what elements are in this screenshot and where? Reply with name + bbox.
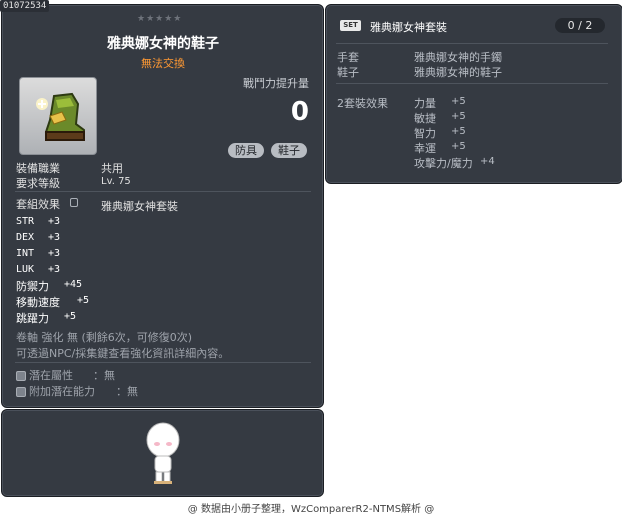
stat-jump-value: +5 [64,311,77,322]
divider-1 [15,191,311,192]
untradeable-label: 無法交換 [141,57,185,70]
potential-row: 潛在屬性 [16,367,73,383]
job-value: 共用 [101,162,123,175]
item-title: 雅典娜女神的鞋子 [107,36,219,52]
item-tooltip-panel: ★★★★★ 雅典娜女神的鞋子 無法交換 戰鬥力提升量 0 防具 鞋子 裝備職業 … [1,4,324,408]
stat-int-name: INT [16,248,35,259]
set-effect-label: 套組效果 [16,198,60,211]
set-bonus-label: 2套裝效果 [337,97,388,110]
scroll-info: 卷軸 強化 無 (剩餘6次，可修復0次) [16,331,193,344]
stat-dex-value: +3 [48,232,61,243]
set-bonus-name-5: 攻擊力/魔力 [414,157,473,170]
job-label: 裝備職業 [16,162,60,175]
potential-value: ：無 [93,369,115,382]
npc-info: 可透過NPC/採集鍵查看強化資訊詳細內容。 [16,347,230,360]
item-icon-frame [19,77,97,155]
stat-int-value: +3 [48,248,61,259]
bonus-potential-label: 附加潛在能力 [29,385,95,398]
set-bonus-value-4: +5 [451,141,466,152]
combat-power-value: 0 [290,97,309,127]
bonus-potential-lock-icon [16,387,26,397]
potential-label: 潛在屬性 [29,369,73,382]
combat-power-label: 戰鬥力提升量 [243,77,309,90]
stat-str-value: +3 [48,216,61,227]
set-item-name-1: 雅典娜女神的手鐲 [414,51,502,64]
stat-defense-value: +45 [64,279,83,290]
tag-shoes: 鞋子 [271,143,307,158]
set-separator-2 [336,83,608,84]
star-rating: ★★★★★ [137,14,183,24]
level-value: Lv. 75 [101,176,131,187]
set-badge-icon: SET [340,20,361,31]
set-bonus-name-4: 幸運 [414,142,436,155]
set-item-name-2: 雅典娜女神的鞋子 [414,66,502,79]
set-separator-1 [336,43,608,44]
stat-dex-name: DEX [16,232,35,243]
set-name: 雅典娜女神套裝 [370,21,447,34]
set-item-slot-1: 手套 [337,51,359,64]
set-bonus-name-2: 敏捷 [414,112,436,125]
divider-2 [15,362,311,363]
set-bonus-name-3: 智力 [414,127,436,140]
tag-armor: 防具 [228,143,264,158]
avatar-icon [146,422,180,484]
lock-icon [70,198,78,207]
stat-luk-value: +3 [48,264,61,275]
bonus-potential-value: ：無 [116,385,138,398]
set-count: 0 / 2 [555,18,605,33]
stat-jump-name: 跳躍力 [16,312,49,325]
stat-speed-value: +5 [77,295,90,306]
boot-icon [36,92,85,141]
bonus-potential-row: 附加潛在能力 [16,383,95,399]
set-bonus-value-5: +4 [480,156,495,167]
set-bonus-name-1: 力量 [414,97,436,110]
level-label: 要求等級 [16,177,60,190]
item-id: 01072534 [0,0,50,12]
stat-speed-name: 移動速度 [16,296,60,309]
avatar-preview-panel [1,409,324,497]
set-effect-value: 雅典娜女神套裝 [101,200,178,213]
potential-lock-icon [16,371,26,381]
set-item-slot-2: 鞋子 [337,66,359,79]
stat-luk-name: LUK [16,264,35,275]
stat-str-name: STR [16,216,35,227]
set-bonus-value-3: +5 [451,126,466,137]
footer-credit: @ 数据由小册子整理，WzComparerR2-NTMS解析 @ [187,504,435,515]
stat-defense-name: 防禦力 [16,280,49,293]
set-bonus-value-1: +5 [451,96,466,107]
set-bonus-value-2: +5 [451,111,466,122]
